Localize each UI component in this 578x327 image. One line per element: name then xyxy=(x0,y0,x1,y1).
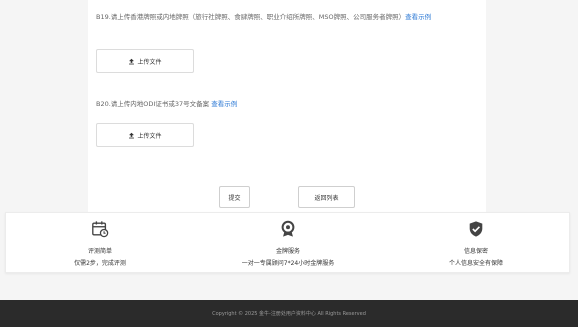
question-b20-text: B20.请上传内地ODI证书或37号文备案 xyxy=(96,100,210,108)
feature-desc: 仅需2步，完成评测 xyxy=(74,260,126,267)
page-footer: Copyright © 2025 金牛-注册处用户资料中心 All Rights… xyxy=(0,300,578,327)
medal-icon xyxy=(281,220,295,237)
question-b20: B20.请上传内地ODI证书或37号文备案 查看示例 xyxy=(96,99,478,109)
feature-title: 金牌服务 xyxy=(275,248,300,255)
form-actions: 提交 返回列表 xyxy=(88,186,486,208)
feature-desc: 个人信息安全有保障 xyxy=(448,260,503,267)
view-example-link-b19[interactable]: 查看示例 xyxy=(405,13,431,21)
form-card: B19.请上传香港牌照或内地牌照（旅行社牌照、食肆牌照、职业介绍所牌照、MSO牌… xyxy=(88,0,486,212)
calendar-clock-icon xyxy=(92,221,109,238)
question-b19-text: B19.请上传香港牌照或内地牌照（旅行社牌照、食肆牌照、职业介绍所牌照、MSO牌… xyxy=(96,13,406,21)
upload-button-b20[interactable]: 上传文件 xyxy=(96,123,194,147)
feature-easy-evaluation: 评测简单 仅需2步，完成评测 xyxy=(6,213,194,274)
upload-icon xyxy=(129,58,135,64)
question-b19: B19.请上传香港牌照或内地牌照（旅行社牌照、食肆牌照、职业介绍所牌照、MSO牌… xyxy=(96,12,478,22)
features-bar: 评测简单 仅需2步，完成评测 金牌服务 一对一专属顾问7*24小时金牌服务 信息… xyxy=(5,212,570,273)
back-to-list-button[interactable]: 返回列表 xyxy=(298,186,355,208)
view-example-link-b20[interactable]: 查看示例 xyxy=(211,100,237,108)
feature-privacy: 信息保密 个人信息安全有保障 xyxy=(382,213,570,274)
feature-gold-service: 金牌服务 一对一专属顾问7*24小时金牌服务 xyxy=(194,213,382,274)
submit-button[interactable]: 提交 xyxy=(219,186,250,208)
upload-button-label: 上传文件 xyxy=(137,132,162,140)
upload-button-b19[interactable]: 上传文件 xyxy=(96,49,194,73)
feature-title: 评测简单 xyxy=(87,248,112,255)
shield-check-icon xyxy=(469,221,483,237)
feature-desc: 一对一专属顾问7*24小时金牌服务 xyxy=(241,260,335,267)
copyright-text: Copyright © 2025 金牛-注册处用户资料中心 All Rights… xyxy=(212,311,366,317)
feature-title: 信息保密 xyxy=(463,248,488,255)
upload-icon xyxy=(129,132,135,138)
upload-button-label: 上传文件 xyxy=(137,58,162,66)
